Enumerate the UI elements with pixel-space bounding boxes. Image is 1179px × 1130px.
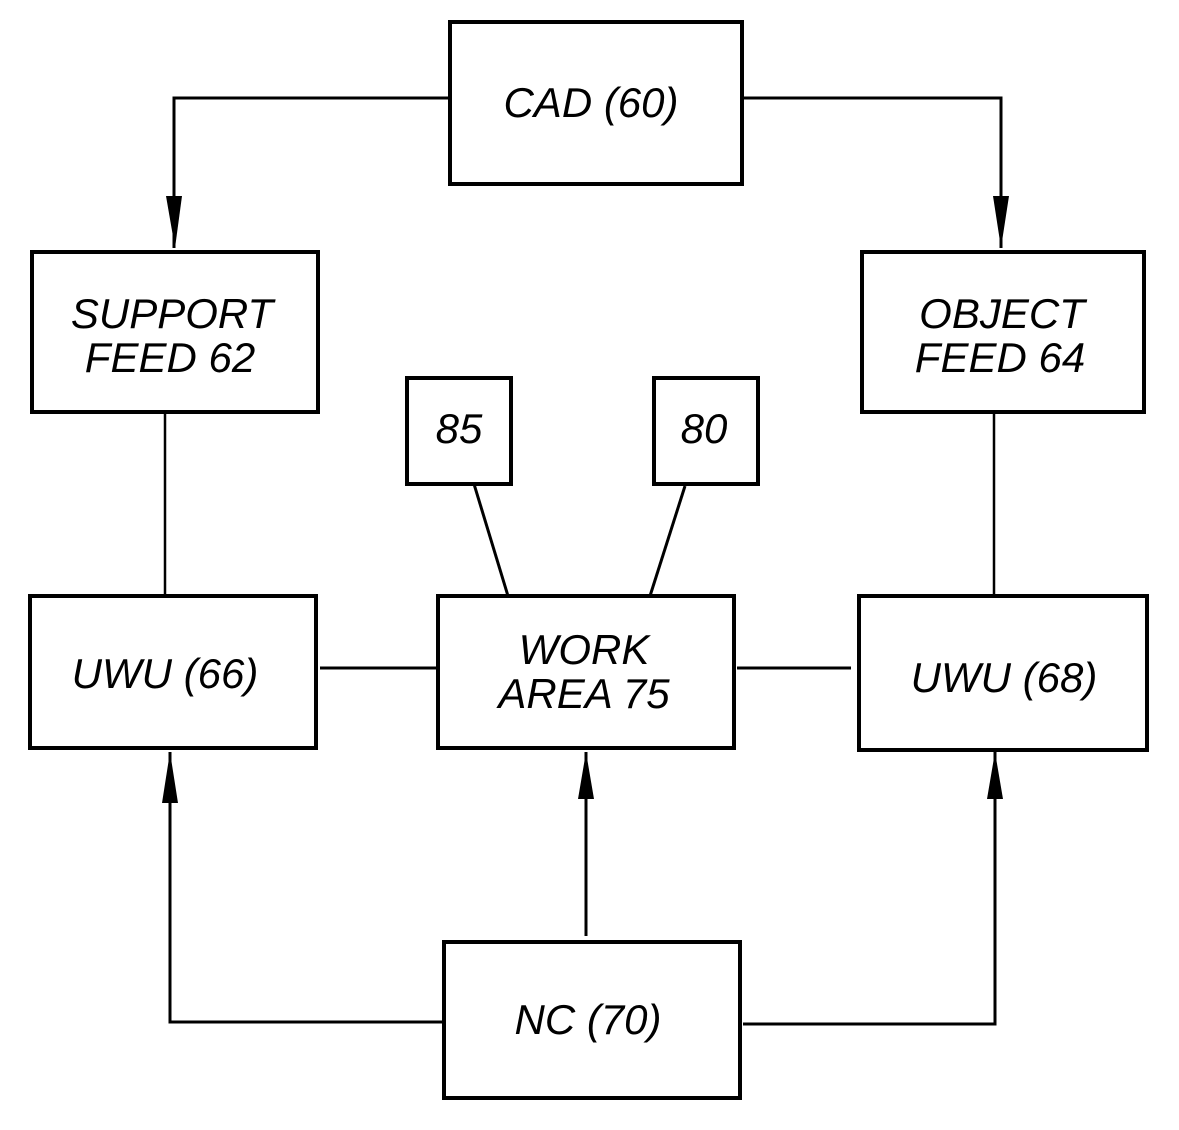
node-nc-label: NC (70): [514, 996, 661, 1043]
arrowhead-up-icon: [578, 752, 594, 799]
edge-85-to-work-area: [472, 483, 510, 597]
node-work-area-label-line1: WORK: [519, 626, 652, 673]
node-work-area-label-line2: AREA 75: [495, 670, 670, 717]
node-support-feed: SUPPORT FEED 62: [30, 250, 320, 414]
node-uwu66-label: UWU (66): [72, 650, 259, 697]
node-nc: NC (70): [442, 940, 742, 1100]
node-object-feed-label-line1: OBJECT: [919, 290, 1088, 337]
node-80: 80: [652, 376, 760, 486]
connectors: [162, 96, 1009, 1026]
node-80-label: 80: [681, 405, 728, 452]
node-work-area: WORK AREA 75: [436, 594, 736, 750]
node-uwu68-label: UWU (68): [911, 654, 1098, 701]
arrowhead-up-icon: [162, 752, 178, 803]
node-cad: CAD (60): [448, 20, 744, 186]
edge-cad-to-object-feed: [743, 96, 1003, 248]
node-85-label: 85: [436, 405, 483, 452]
node-85: 85: [405, 376, 513, 486]
arrowhead-down-icon: [993, 196, 1009, 248]
edge-cad-to-support-feed: [172, 96, 448, 248]
arrowhead-down-icon: [166, 196, 182, 248]
node-object-feed: OBJECT FEED 64: [860, 250, 1146, 414]
edge-80-to-work-area: [648, 485, 687, 597]
node-object-feed-label-line2: FEED 64: [915, 334, 1085, 381]
node-support-feed-label-line1: SUPPORT: [71, 290, 277, 337]
edge-nc-to-uwu66: [168, 752, 443, 1024]
block-diagram: CAD (60) SUPPORT FEED 62 OBJECT FEED 64 …: [28, 20, 1149, 1100]
arrowhead-up-icon: [987, 752, 1003, 799]
node-uwu68: UWU (68): [857, 594, 1149, 752]
node-support-feed-label-line2: FEED 62: [85, 334, 255, 381]
edge-nc-to-uwu68: [743, 752, 997, 1026]
node-cad-label: CAD (60): [503, 79, 678, 126]
node-uwu66: UWU (66): [28, 594, 318, 750]
